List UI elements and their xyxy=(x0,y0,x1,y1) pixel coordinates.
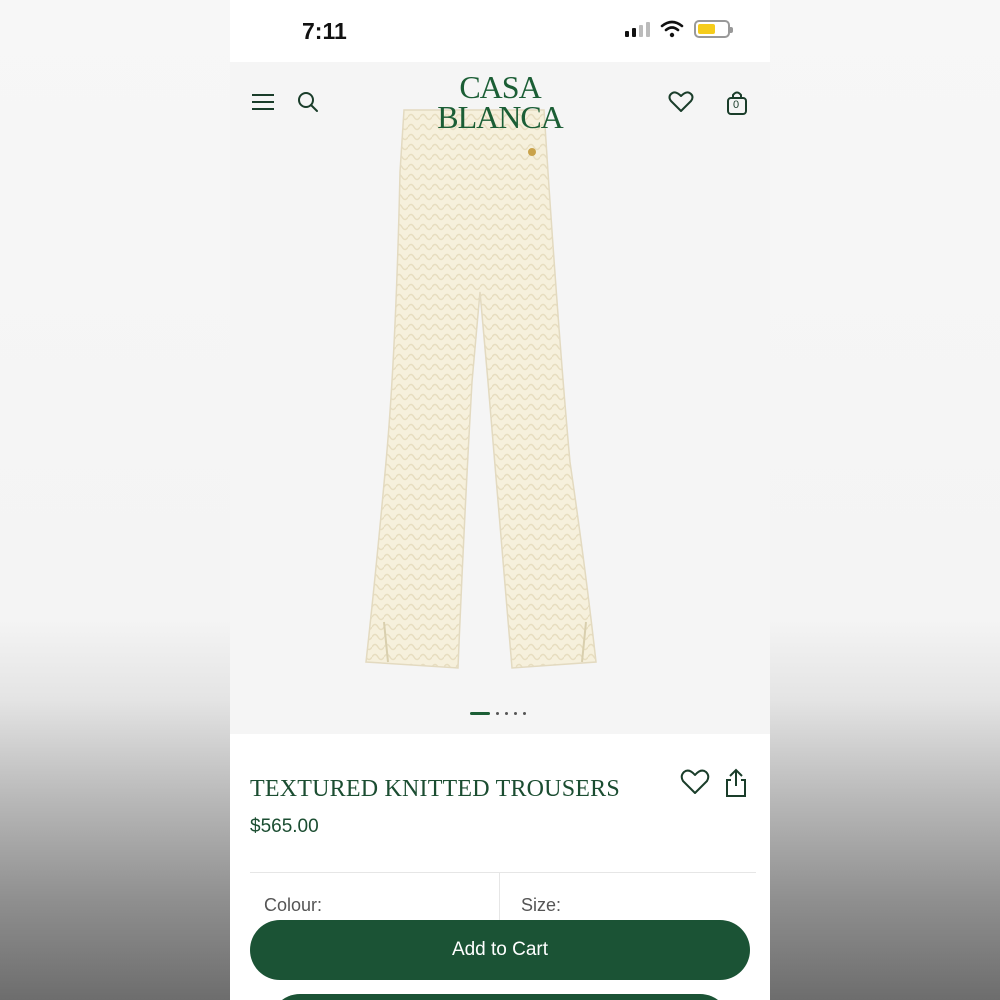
pagination-dot[interactable] xyxy=(496,712,499,715)
pagination-dot[interactable] xyxy=(505,712,508,715)
pagination-dot[interactable] xyxy=(523,712,526,715)
phone-screen: 7:11 CASA BLANCA 0 TEXTURED KNITTED TROU… xyxy=(230,0,770,1000)
battery-fill xyxy=(698,24,715,34)
secondary-action-button[interactable] xyxy=(270,994,730,1000)
logo-line-2: BLANCA xyxy=(437,99,564,135)
wifi-icon xyxy=(660,20,684,38)
bag-count: 0 xyxy=(733,99,740,111)
search-icon[interactable] xyxy=(296,90,320,114)
brand-logo[interactable]: CASA BLANCA xyxy=(400,69,600,135)
status-time: 7:11 xyxy=(302,18,347,44)
background-right xyxy=(770,0,1000,1000)
add-to-cart-button[interactable]: Add to Cart xyxy=(250,920,750,980)
product-info: TEXTURED KNITTED TROUSERS $565.00 Colour… xyxy=(230,734,770,1000)
pagination-dot[interactable] xyxy=(514,712,517,715)
product-title: TEXTURED KNITTED TROUSERS xyxy=(250,776,620,802)
status-bar: 7:11 xyxy=(230,0,770,62)
logo-line-1: CASA xyxy=(459,69,541,105)
product-gallery[interactable]: CASA BLANCA 0 xyxy=(230,62,770,734)
battery-icon xyxy=(694,20,733,38)
status-icons xyxy=(625,20,733,38)
gallery-pagination[interactable] xyxy=(470,712,526,715)
product-price: $565.00 xyxy=(250,816,319,837)
product-image xyxy=(365,109,597,669)
pagination-dot-active[interactable] xyxy=(470,712,490,715)
heart-outline-icon[interactable] xyxy=(680,768,710,796)
background-left xyxy=(0,0,230,1000)
share-icon[interactable] xyxy=(724,768,748,798)
colour-selector[interactable]: Colour: xyxy=(264,895,322,916)
hamburger-icon[interactable] xyxy=(252,94,274,115)
size-selector[interactable]: Size: xyxy=(521,895,561,916)
heart-icon[interactable] xyxy=(668,90,694,114)
shopping-bag-icon[interactable]: 0 xyxy=(726,90,748,116)
signal-icon xyxy=(625,21,650,37)
